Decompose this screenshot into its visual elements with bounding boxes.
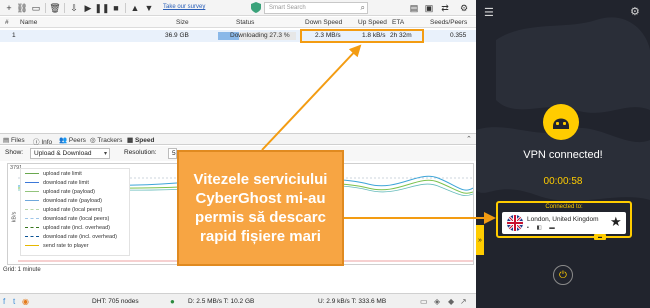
search-icon[interactable]: ⌕ xyxy=(361,3,365,13)
legend-item: download rate (incl. overhead) xyxy=(25,234,117,240)
torrent-list-header: # Name Size Status Down Speed Up Speed E… xyxy=(0,17,476,28)
row-size: 36.9 GB xyxy=(165,32,189,39)
row-status: Downloading 27.3 % xyxy=(230,32,290,39)
show-select-value: Upload & Download xyxy=(34,150,92,157)
arrow-down-icon[interactable]: ▼ xyxy=(143,2,155,14)
menu-icon[interactable]: ☰ xyxy=(484,6,494,19)
legend-item: send rate to player xyxy=(25,243,89,249)
speed-highlight-box xyxy=(300,29,424,43)
status-bar: f t ◉ DHT: 705 nodes ● D: 2.5 MB/s T: 10… xyxy=(0,293,476,308)
shield-icon xyxy=(251,2,261,13)
row-index: 1 xyxy=(12,32,16,39)
vpn-app-window: ☰ ⚙ VPN connected! 00:00:58 Connected to… xyxy=(476,0,650,308)
location-selector[interactable]: London, United Kingdom ▪ ◧ ▬ ★ xyxy=(502,212,626,234)
rss-icon[interactable]: ◉ xyxy=(22,297,29,306)
settings-gear-icon[interactable]: ⚙ xyxy=(630,5,640,18)
connected-location-card[interactable]: Connected to: London, United Kingdom ▪ ◧… xyxy=(496,201,632,238)
power-button[interactable]: ⏻ xyxy=(553,265,573,285)
grid-label: Grid: 1 minute xyxy=(3,267,41,273)
callout-box: Vitezele serviciului CyberGhost mi-au pe… xyxy=(177,150,344,266)
devices-icon[interactable]: ▣ xyxy=(423,2,435,14)
uk-flag-icon xyxy=(507,215,523,231)
legend-item: upload rate (payload) xyxy=(25,189,95,195)
col-index[interactable]: # xyxy=(5,19,9,26)
show-label: Show: xyxy=(5,149,24,156)
callout-text: Vitezele serviciului CyberGhost mi-au pe… xyxy=(193,171,328,245)
chevron-down-icon: ▾ xyxy=(103,151,107,157)
legend-item: download rate limit xyxy=(25,180,89,186)
remote-icon[interactable]: ⇄ xyxy=(439,2,451,14)
window-icon[interactable]: ▭ xyxy=(420,297,428,306)
expand-panel-tab[interactable]: » xyxy=(476,225,484,255)
share-icon[interactable]: ↗ xyxy=(460,297,467,306)
arrow-up-icon[interactable]: ▲ xyxy=(129,2,141,14)
tab-peers[interactable]: 👥 Peers xyxy=(59,136,86,144)
upload-totals: U: 2.9 kB/s T: 333.6 MB xyxy=(318,298,387,305)
col-up-speed[interactable]: Up Speed xyxy=(358,19,387,26)
android-icon[interactable]: ◈ xyxy=(434,297,440,306)
server-info-icons: ▪ ◧ ▬ xyxy=(527,225,558,231)
col-name[interactable]: Name xyxy=(20,19,37,26)
power-icon: ⏻ xyxy=(559,269,567,281)
pause-icon[interactable]: ❚❚ xyxy=(94,2,109,14)
create-torrent-icon[interactable]: ▭ xyxy=(30,2,42,14)
legend-item: download rate (local peers) xyxy=(25,216,109,222)
legend-item: upload rate limit xyxy=(25,171,82,177)
col-status[interactable]: Status xyxy=(236,19,254,26)
download-icon[interactable]: ⇩ xyxy=(68,2,80,14)
apple-icon[interactable]: ◆ xyxy=(448,297,454,306)
link-icon[interactable]: ⛓ xyxy=(16,2,28,14)
expand-icon[interactable]: ⌃ xyxy=(466,135,472,143)
tab-trackers[interactable]: ◎ Trackers xyxy=(90,136,122,144)
graph-legend: upload rate limit download rate limit up… xyxy=(20,168,130,256)
col-down-speed[interactable]: Down Speed xyxy=(305,19,342,26)
tab-info[interactable]: ⓘ Info xyxy=(33,136,52,146)
dht-status: DHT: 705 nodes xyxy=(92,298,139,305)
add-torrent-icon[interactable]: + xyxy=(3,2,15,14)
search-placeholder: Smart Search xyxy=(269,5,306,11)
location-name: London, United Kingdom xyxy=(527,216,599,223)
row-seeds-peers: 0.355 xyxy=(450,32,467,39)
legend-item: download rate (payload) xyxy=(25,198,102,204)
chat-icon[interactable]: ▤ xyxy=(408,2,420,14)
download-totals: D: 2.5 MB/s T: 10.2 GB xyxy=(188,298,255,305)
legend-item: upload rate (local peers) xyxy=(25,207,102,213)
stop-icon[interactable]: ■ xyxy=(110,2,122,14)
col-eta[interactable]: ETA xyxy=(392,19,404,26)
col-seeds-peers[interactable]: Seeds/Peers xyxy=(430,19,467,26)
survey-link[interactable]: Take our survey xyxy=(163,4,205,10)
tab-speed[interactable]: ▦ Speed xyxy=(127,136,154,144)
favorite-star-icon[interactable]: ★ xyxy=(610,214,622,230)
col-size[interactable]: Size xyxy=(176,19,189,26)
network-ok-icon: ● xyxy=(170,297,175,306)
resolution-select-value: 5 xyxy=(172,150,176,157)
connected-to-label: Connected to: xyxy=(545,204,583,210)
connection-timer: 00:00:58 xyxy=(543,176,583,187)
resolution-select[interactable]: 5 xyxy=(168,148,177,159)
play-icon[interactable]: ▶ xyxy=(82,2,94,14)
tab-files[interactable]: ▤ Files xyxy=(3,136,25,144)
vpn-status-text: VPN connected! xyxy=(523,149,603,161)
detail-tabs: ▤ Files ⓘ Info 👥 Peers ◎ Trackers ▦ Spee… xyxy=(0,133,476,146)
settings-gear-icon[interactable]: ⚙ xyxy=(458,2,470,14)
show-select[interactable]: Upload & Download ▾ xyxy=(30,148,110,159)
legend-item: upload rate (incl. overhead) xyxy=(25,225,110,231)
badge-icon: ▬ xyxy=(594,234,606,240)
search-input[interactable]: Smart Search ⌕ xyxy=(264,2,368,14)
delete-icon[interactable]: 🗑 xyxy=(49,2,61,14)
twitter-icon[interactable]: t xyxy=(13,297,15,306)
facebook-icon[interactable]: f xyxy=(3,297,5,306)
resolution-label: Resolution: xyxy=(124,149,157,156)
toolbar: + ⛓ ▭ 🗑 ⇩ ▶ ❚❚ ■ ▲ ▼ Take our survey Sma… xyxy=(0,0,476,16)
cyberghost-logo xyxy=(543,104,579,140)
